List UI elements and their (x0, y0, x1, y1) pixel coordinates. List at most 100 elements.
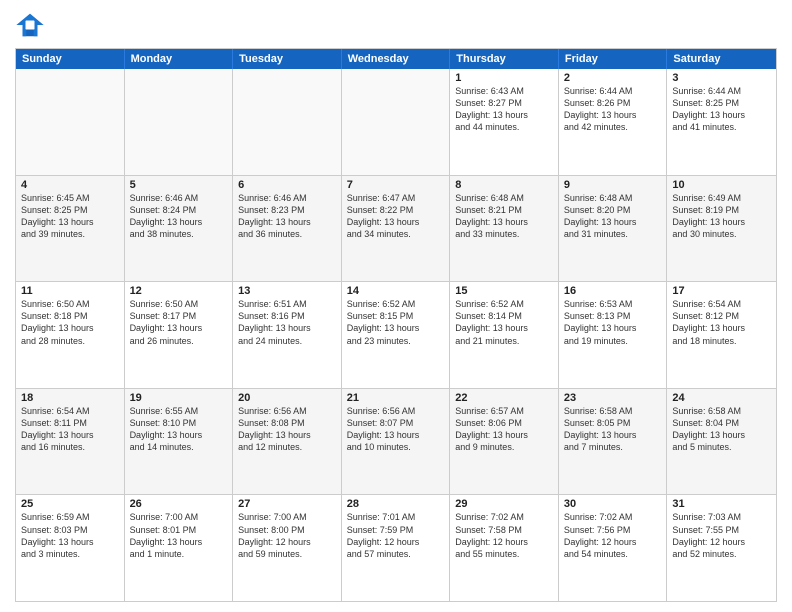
day-info: Sunrise: 6:54 AM Sunset: 8:11 PM Dayligh… (21, 405, 119, 454)
calendar-row-1: 4Sunrise: 6:45 AM Sunset: 8:25 PM Daylig… (16, 175, 776, 282)
day-info: Sunrise: 6:45 AM Sunset: 8:25 PM Dayligh… (21, 192, 119, 241)
day-number: 31 (672, 498, 771, 510)
day-info: Sunrise: 7:02 AM Sunset: 7:56 PM Dayligh… (564, 511, 662, 560)
day-cell-8: 8Sunrise: 6:48 AM Sunset: 8:21 PM Daylig… (450, 176, 559, 282)
day-number: 12 (130, 285, 228, 297)
day-cell-12: 12Sunrise: 6:50 AM Sunset: 8:17 PM Dayli… (125, 282, 234, 388)
day-cell-10: 10Sunrise: 6:49 AM Sunset: 8:19 PM Dayli… (667, 176, 776, 282)
day-cell-25: 25Sunrise: 6:59 AM Sunset: 8:03 PM Dayli… (16, 495, 125, 601)
day-cell-15: 15Sunrise: 6:52 AM Sunset: 8:14 PM Dayli… (450, 282, 559, 388)
day-number: 15 (455, 285, 553, 297)
day-cell-18: 18Sunrise: 6:54 AM Sunset: 8:11 PM Dayli… (16, 389, 125, 495)
day-info: Sunrise: 6:46 AM Sunset: 8:24 PM Dayligh… (130, 192, 228, 241)
day-info: Sunrise: 7:03 AM Sunset: 7:55 PM Dayligh… (672, 511, 771, 560)
day-info: Sunrise: 6:56 AM Sunset: 8:08 PM Dayligh… (238, 405, 336, 454)
day-number: 30 (564, 498, 662, 510)
page: SundayMondayTuesdayWednesdayThursdayFrid… (0, 0, 792, 612)
day-cell-13: 13Sunrise: 6:51 AM Sunset: 8:16 PM Dayli… (233, 282, 342, 388)
day-info: Sunrise: 6:58 AM Sunset: 8:04 PM Dayligh… (672, 405, 771, 454)
day-info: Sunrise: 6:55 AM Sunset: 8:10 PM Dayligh… (130, 405, 228, 454)
header-day-thursday: Thursday (450, 49, 559, 69)
day-number: 1 (455, 72, 553, 84)
day-cell-28: 28Sunrise: 7:01 AM Sunset: 7:59 PM Dayli… (342, 495, 451, 601)
day-number: 9 (564, 179, 662, 191)
header-day-wednesday: Wednesday (342, 49, 451, 69)
day-cell-4: 4Sunrise: 6:45 AM Sunset: 8:25 PM Daylig… (16, 176, 125, 282)
day-info: Sunrise: 7:01 AM Sunset: 7:59 PM Dayligh… (347, 511, 445, 560)
header (15, 10, 777, 40)
day-info: Sunrise: 6:53 AM Sunset: 8:13 PM Dayligh… (564, 298, 662, 347)
empty-cell-0-2 (233, 69, 342, 175)
day-info: Sunrise: 6:54 AM Sunset: 8:12 PM Dayligh… (672, 298, 771, 347)
day-number: 21 (347, 392, 445, 404)
day-cell-26: 26Sunrise: 7:00 AM Sunset: 8:01 PM Dayli… (125, 495, 234, 601)
day-number: 20 (238, 392, 336, 404)
day-cell-2: 2Sunrise: 6:44 AM Sunset: 8:26 PM Daylig… (559, 69, 668, 175)
day-cell-31: 31Sunrise: 7:03 AM Sunset: 7:55 PM Dayli… (667, 495, 776, 601)
day-info: Sunrise: 7:00 AM Sunset: 8:00 PM Dayligh… (238, 511, 336, 560)
day-number: 7 (347, 179, 445, 191)
day-number: 11 (21, 285, 119, 297)
day-number: 13 (238, 285, 336, 297)
day-info: Sunrise: 6:52 AM Sunset: 8:14 PM Dayligh… (455, 298, 553, 347)
day-info: Sunrise: 6:44 AM Sunset: 8:25 PM Dayligh… (672, 85, 771, 134)
day-info: Sunrise: 6:51 AM Sunset: 8:16 PM Dayligh… (238, 298, 336, 347)
day-cell-24: 24Sunrise: 6:58 AM Sunset: 8:04 PM Dayli… (667, 389, 776, 495)
day-cell-1: 1Sunrise: 6:43 AM Sunset: 8:27 PM Daylig… (450, 69, 559, 175)
day-info: Sunrise: 6:46 AM Sunset: 8:23 PM Dayligh… (238, 192, 336, 241)
day-number: 29 (455, 498, 553, 510)
empty-cell-0-3 (342, 69, 451, 175)
day-info: Sunrise: 6:59 AM Sunset: 8:03 PM Dayligh… (21, 511, 119, 560)
day-cell-11: 11Sunrise: 6:50 AM Sunset: 8:18 PM Dayli… (16, 282, 125, 388)
day-cell-14: 14Sunrise: 6:52 AM Sunset: 8:15 PM Dayli… (342, 282, 451, 388)
day-number: 27 (238, 498, 336, 510)
day-info: Sunrise: 6:57 AM Sunset: 8:06 PM Dayligh… (455, 405, 553, 454)
calendar-row-4: 25Sunrise: 6:59 AM Sunset: 8:03 PM Dayli… (16, 494, 776, 601)
day-info: Sunrise: 6:47 AM Sunset: 8:22 PM Dayligh… (347, 192, 445, 241)
header-day-monday: Monday (125, 49, 234, 69)
day-number: 18 (21, 392, 119, 404)
day-cell-16: 16Sunrise: 6:53 AM Sunset: 8:13 PM Dayli… (559, 282, 668, 388)
header-day-saturday: Saturday (667, 49, 776, 69)
logo-icon (15, 10, 45, 40)
day-number: 19 (130, 392, 228, 404)
day-number: 14 (347, 285, 445, 297)
day-number: 16 (564, 285, 662, 297)
day-cell-22: 22Sunrise: 6:57 AM Sunset: 8:06 PM Dayli… (450, 389, 559, 495)
header-day-sunday: Sunday (16, 49, 125, 69)
day-info: Sunrise: 6:49 AM Sunset: 8:19 PM Dayligh… (672, 192, 771, 241)
day-info: Sunrise: 6:56 AM Sunset: 8:07 PM Dayligh… (347, 405, 445, 454)
calendar-row-2: 11Sunrise: 6:50 AM Sunset: 8:18 PM Dayli… (16, 281, 776, 388)
header-day-tuesday: Tuesday (233, 49, 342, 69)
day-cell-30: 30Sunrise: 7:02 AM Sunset: 7:56 PM Dayli… (559, 495, 668, 601)
day-info: Sunrise: 6:48 AM Sunset: 8:21 PM Dayligh… (455, 192, 553, 241)
day-number: 5 (130, 179, 228, 191)
day-cell-9: 9Sunrise: 6:48 AM Sunset: 8:20 PM Daylig… (559, 176, 668, 282)
header-day-friday: Friday (559, 49, 668, 69)
day-cell-19: 19Sunrise: 6:55 AM Sunset: 8:10 PM Dayli… (125, 389, 234, 495)
day-cell-17: 17Sunrise: 6:54 AM Sunset: 8:12 PM Dayli… (667, 282, 776, 388)
day-number: 25 (21, 498, 119, 510)
empty-cell-0-1 (125, 69, 234, 175)
day-number: 24 (672, 392, 771, 404)
logo (15, 10, 49, 40)
day-info: Sunrise: 6:44 AM Sunset: 8:26 PM Dayligh… (564, 85, 662, 134)
day-info: Sunrise: 7:00 AM Sunset: 8:01 PM Dayligh… (130, 511, 228, 560)
day-info: Sunrise: 7:02 AM Sunset: 7:58 PM Dayligh… (455, 511, 553, 560)
day-info: Sunrise: 6:48 AM Sunset: 8:20 PM Dayligh… (564, 192, 662, 241)
day-number: 23 (564, 392, 662, 404)
calendar: SundayMondayTuesdayWednesdayThursdayFrid… (15, 48, 777, 602)
calendar-row-0: 1Sunrise: 6:43 AM Sunset: 8:27 PM Daylig… (16, 69, 776, 175)
day-number: 6 (238, 179, 336, 191)
day-number: 28 (347, 498, 445, 510)
day-cell-5: 5Sunrise: 6:46 AM Sunset: 8:24 PM Daylig… (125, 176, 234, 282)
calendar-row-3: 18Sunrise: 6:54 AM Sunset: 8:11 PM Dayli… (16, 388, 776, 495)
day-info: Sunrise: 6:52 AM Sunset: 8:15 PM Dayligh… (347, 298, 445, 347)
day-number: 17 (672, 285, 771, 297)
day-info: Sunrise: 6:50 AM Sunset: 8:17 PM Dayligh… (130, 298, 228, 347)
day-cell-7: 7Sunrise: 6:47 AM Sunset: 8:22 PM Daylig… (342, 176, 451, 282)
day-number: 4 (21, 179, 119, 191)
day-cell-20: 20Sunrise: 6:56 AM Sunset: 8:08 PM Dayli… (233, 389, 342, 495)
day-cell-23: 23Sunrise: 6:58 AM Sunset: 8:05 PM Dayli… (559, 389, 668, 495)
day-number: 10 (672, 179, 771, 191)
